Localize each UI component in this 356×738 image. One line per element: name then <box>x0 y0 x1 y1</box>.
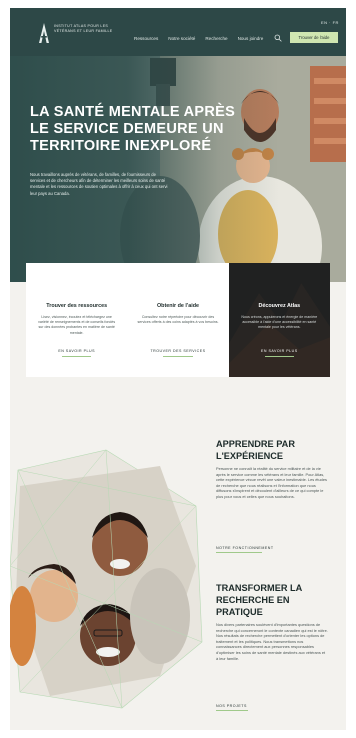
nav-link-societe[interactable]: Notre société <box>168 36 195 41</box>
card-help-link[interactable]: TROUVER DES SERVICES <box>127 349 228 353</box>
nav-link-nous-joindre[interactable]: Nous joindre <box>238 36 264 41</box>
card-discover-title: Découvrez Atlas <box>258 303 301 309</box>
logo-text[interactable]: Institut Atlas pour les vétérans et leur… <box>54 24 124 34</box>
nav-links: Ressources Notre société Recherche Nous … <box>134 36 263 41</box>
find-help-button[interactable]: Trouver de l'aide <box>290 32 338 43</box>
language-switch[interactable]: EN · FR <box>321 20 339 25</box>
hero-text: Nous travaillons auprès de vétérans, de … <box>30 172 168 196</box>
section-experience-text: Personne ne connaît la réalité du servic… <box>216 466 327 499</box>
family-collage-photo <box>10 449 203 709</box>
card-discover-link[interactable]: EN SAVOIR PLUS <box>229 349 330 353</box>
page: Institut Atlas pour les vétérans et leur… <box>10 8 346 730</box>
search-icon[interactable] <box>274 34 282 42</box>
feature-cards: Trouver des ressources Lisez, visionnez,… <box>26 263 330 377</box>
hero-section: La santé mentale après le service demeur… <box>10 56 346 282</box>
top-nav: Institut Atlas pour les vétérans et leur… <box>10 8 346 56</box>
card-help-text: Consultez notre répertoire pour découvri… <box>137 315 219 325</box>
hero-overlay <box>10 56 346 282</box>
link-underline <box>62 356 92 357</box>
card-discover-text: Nous créons, appuierons et énergie de ma… <box>241 315 318 330</box>
atlas-logo-icon[interactable] <box>38 22 50 44</box>
link-underline <box>216 552 262 553</box>
nav-link-ressources[interactable]: Ressources <box>134 36 158 41</box>
link-underline <box>264 356 294 357</box>
link-underline <box>216 710 248 711</box>
card-help-title: Obtenir de l'aide <box>156 303 199 309</box>
section-research-link[interactable]: NOS PROJETS <box>216 704 247 708</box>
section-research-title: Transformer la recherche en pratique <box>216 583 302 617</box>
section-experience-title: Apprendre par l'expérience <box>216 439 295 461</box>
hero-title: La santé mentale après le service demeur… <box>30 104 236 154</box>
nav-link-recherche[interactable]: Recherche <box>205 36 227 41</box>
card-help: Obtenir de l'aide Consultez notre répert… <box>127 263 229 377</box>
card-resources-link[interactable]: EN SAVOIR PLUS <box>26 349 127 353</box>
card-resources-title: Trouver des ressources <box>46 303 108 309</box>
link-underline <box>163 356 193 357</box>
card-resources-text: Lisez, visionnez, écoutez et téléchargez… <box>38 315 116 335</box>
section-research-text: Nos divers partenaires soulèvent d'impor… <box>216 622 328 661</box>
card-discover-atlas: Découvrez Atlas Nous créons, appuierons … <box>228 263 330 377</box>
card-resources: Trouver des ressources Lisez, visionnez,… <box>26 263 128 377</box>
section-experience-link[interactable]: NOTRE FONCTIONNEMENT <box>216 546 274 550</box>
